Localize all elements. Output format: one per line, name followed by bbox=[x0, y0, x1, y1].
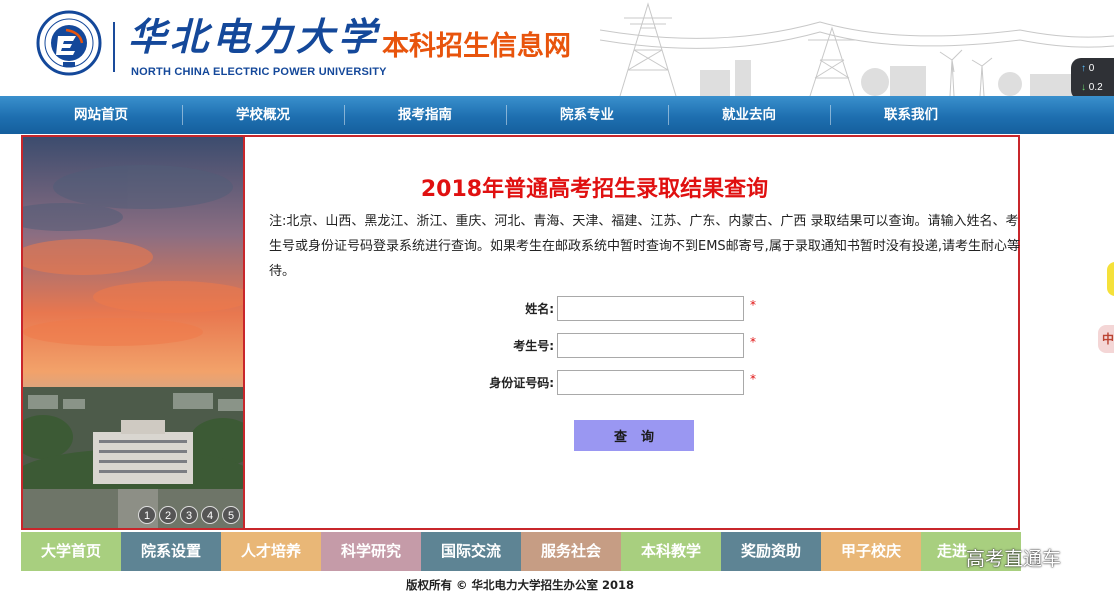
university-name-cn: 华北电力大学 bbox=[128, 14, 381, 59]
page-title: 2018年普通高考招生录取结果查询 bbox=[420, 177, 769, 202]
bottom-nav-research[interactable]: 科学研究 bbox=[321, 532, 421, 571]
site-title: 本科招生信息网 bbox=[382, 31, 571, 62]
main-nav: 网站首页 学校概况 报考指南 院系专业 就业去向 联系我们 bbox=[0, 96, 1114, 134]
nav-item-contact[interactable]: 联系我们 bbox=[830, 96, 992, 134]
required-mark: * bbox=[750, 372, 756, 386]
copyright-footer: 版权所有 © 华北电力大学招生办公室 2018 bbox=[405, 578, 635, 592]
query-button[interactable]: 查询 bbox=[574, 420, 694, 451]
arrow-down-icon: ↓ bbox=[1081, 82, 1086, 93]
id-number-input[interactable] bbox=[557, 370, 744, 395]
bottom-nav-scholarships[interactable]: 奖励资助 bbox=[721, 532, 821, 571]
bottom-nav-anniversary[interactable]: 甲子校庆 bbox=[821, 532, 921, 571]
bottom-nav-international[interactable]: 国际交流 bbox=[421, 532, 521, 571]
nav-item-home[interactable]: 网站首页 bbox=[20, 96, 182, 134]
query-panel: 1 2 3 4 5 2018年普通高考招生录取结果查询 注:北京、山西、黑龙江、… bbox=[21, 135, 1020, 530]
bottom-nav: 大学首页 院系设置 人才培养 科学研究 国际交流 服务社会 本科教学 奖励资助 … bbox=[21, 532, 1114, 571]
university-seal-icon[interactable] bbox=[36, 10, 102, 76]
slider-dot-3[interactable]: 3 bbox=[180, 506, 198, 524]
nav-item-guide[interactable]: 报考指南 bbox=[344, 96, 506, 134]
notice-text: 注:北京、山西、黑龙江、浙江、重庆、河北、青海、天津、福建、江苏、广东、内蒙古、… bbox=[269, 214, 1020, 279]
slider-dots: 1 2 3 4 5 bbox=[138, 506, 240, 524]
power-tower-illustration bbox=[600, 2, 1114, 96]
name-label: 姓名: bbox=[525, 302, 554, 316]
bottom-nav-university-home[interactable]: 大学首页 bbox=[21, 532, 121, 571]
slider-dot-1[interactable]: 1 bbox=[138, 506, 156, 524]
bottom-nav-departments[interactable]: 院系设置 bbox=[121, 532, 221, 571]
download-speed: 0.2 bbox=[1088, 82, 1103, 93]
name-input[interactable] bbox=[557, 296, 744, 321]
nav-item-employment[interactable]: 就业去向 bbox=[668, 96, 830, 134]
bottom-nav-social-service[interactable]: 服务社会 bbox=[521, 532, 621, 571]
upload-speed: 0 bbox=[1088, 63, 1095, 74]
bottom-nav-talent-training[interactable]: 人才培养 bbox=[221, 532, 321, 571]
required-mark: * bbox=[750, 298, 756, 312]
bottom-nav-undergrad-teaching[interactable]: 本科教学 bbox=[621, 532, 721, 571]
side-float-tab-chinese[interactable]: 中 bbox=[1098, 325, 1114, 353]
site-header: 华北电力大学 NORTH CHINA ELECTRIC POWER UNIVER… bbox=[0, 0, 1114, 96]
query-content: 2018年普通高考招生录取结果查询 注:北京、山西、黑龙江、浙江、重庆、河北、青… bbox=[247, 137, 1020, 528]
watermark-text: 高考直通车 bbox=[966, 548, 1062, 570]
nav-item-majors[interactable]: 院系专业 bbox=[506, 96, 668, 134]
arrow-up-icon: ↑ bbox=[1081, 63, 1086, 74]
exam-number-label: 考生号: bbox=[513, 339, 554, 353]
id-number-label: 身份证号码: bbox=[489, 376, 554, 390]
campus-sunset-image bbox=[23, 137, 243, 528]
slider-dot-2[interactable]: 2 bbox=[159, 506, 177, 524]
university-name-en: NORTH CHINA ELECTRIC POWER UNIVERSITY bbox=[131, 66, 387, 78]
speed-widget[interactable]: ↑ 0 ↓ 0.2 bbox=[1071, 58, 1114, 96]
header-divider bbox=[113, 22, 115, 72]
slider-dot-4[interactable]: 4 bbox=[201, 506, 219, 524]
side-float-tab[interactable] bbox=[1107, 262, 1114, 296]
required-mark: * bbox=[750, 335, 756, 349]
campus-photo-slider[interactable]: 1 2 3 4 5 bbox=[23, 137, 245, 528]
exam-number-input[interactable] bbox=[557, 333, 744, 358]
nav-item-about[interactable]: 学校概况 bbox=[182, 96, 344, 134]
slider-dot-5[interactable]: 5 bbox=[222, 506, 240, 524]
